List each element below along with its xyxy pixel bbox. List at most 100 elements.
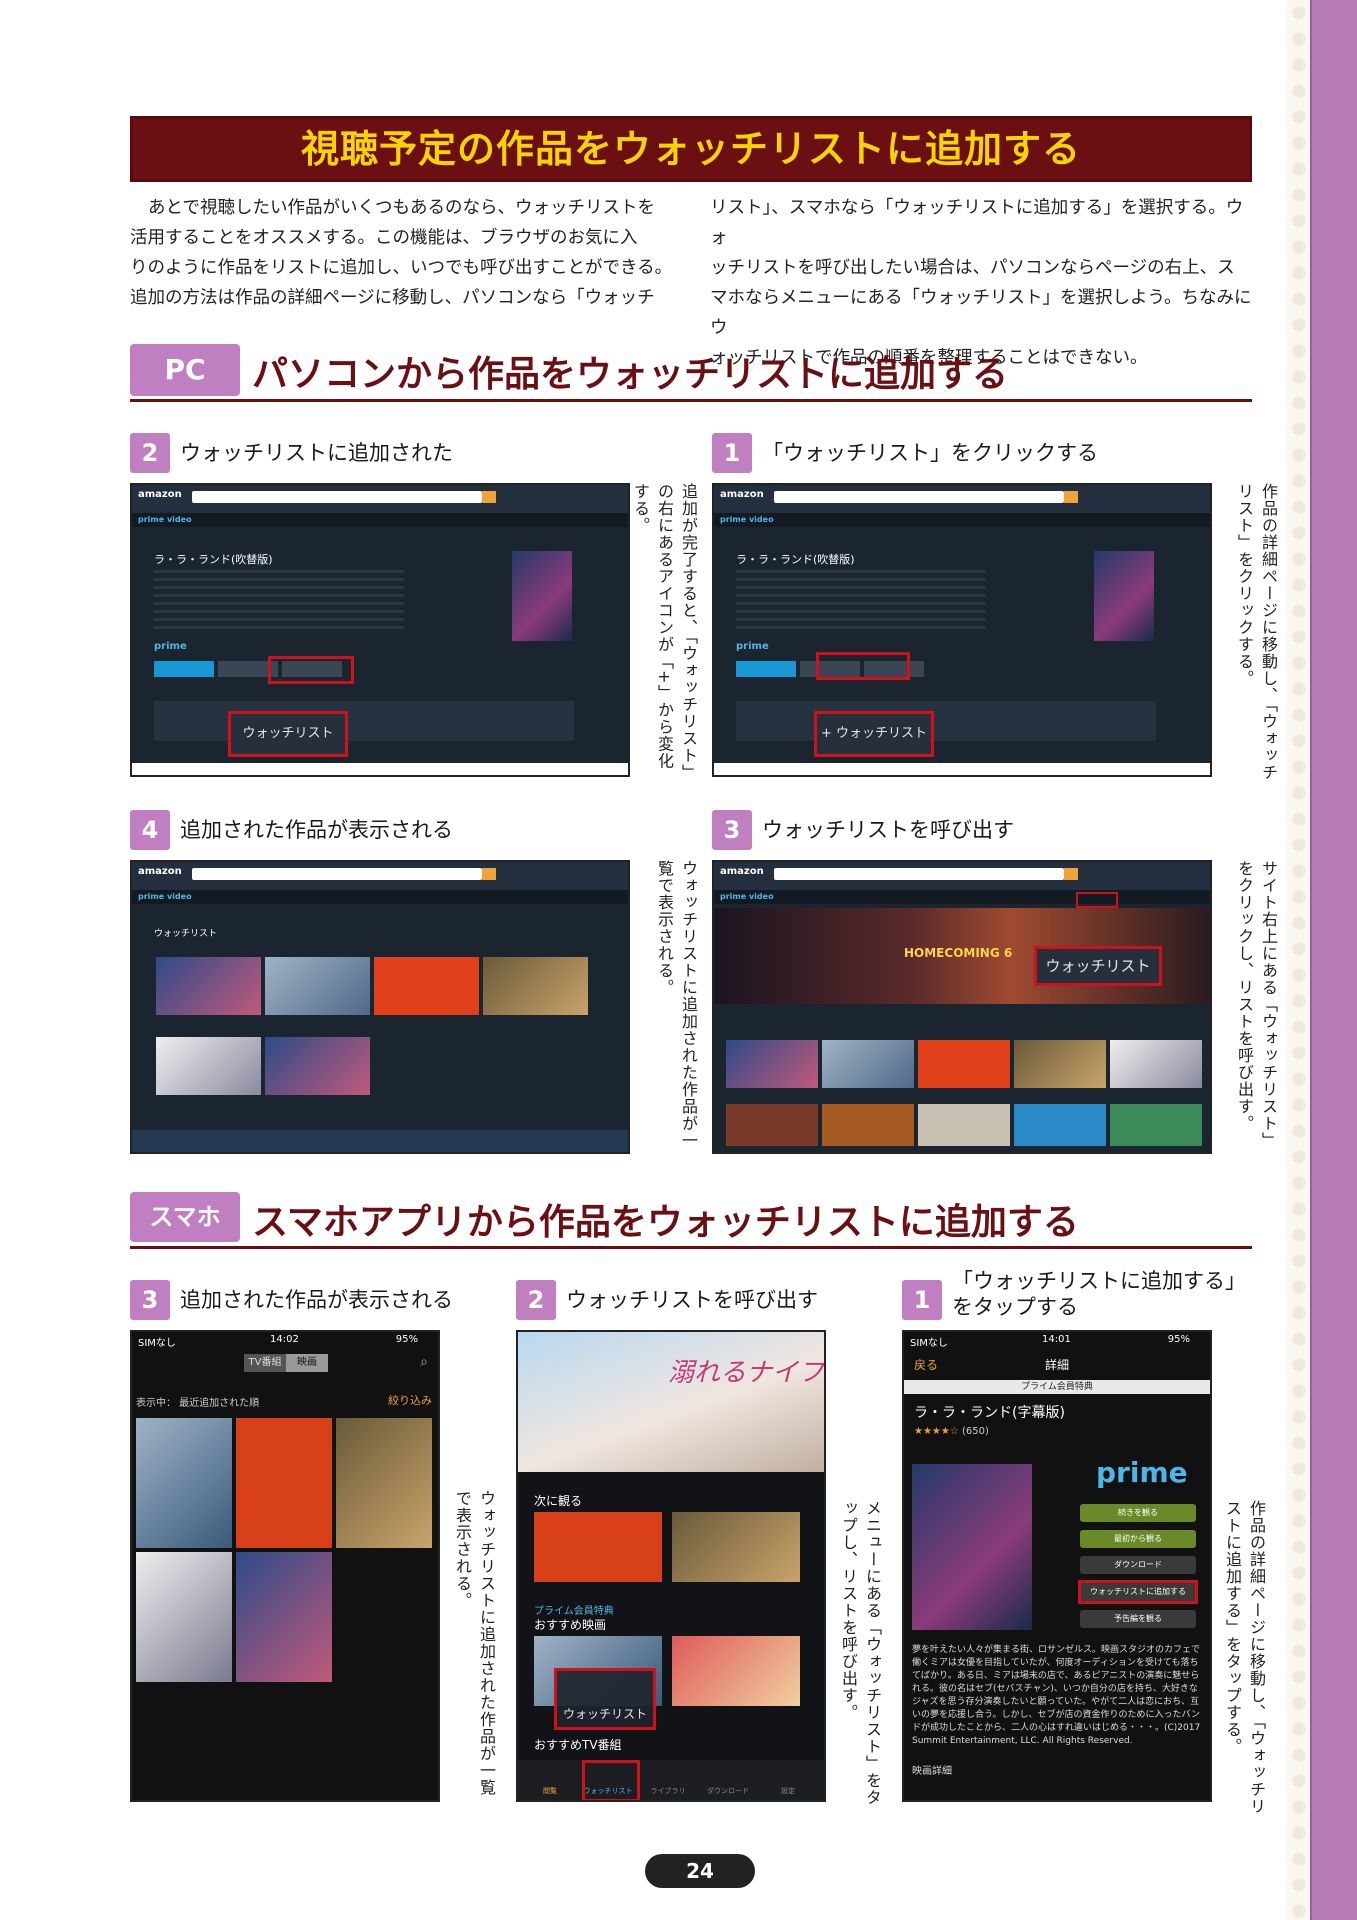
footer-strip xyxy=(132,1130,628,1152)
watchlist-callout: ウォッチリスト xyxy=(228,711,348,757)
search-icon[interactable] xyxy=(482,868,496,880)
synopsis: 夢を叶えたい人々が集まる街、ロサンゼルス。映画スタジオのカフェで働くミアは女優を… xyxy=(912,1645,1201,1746)
pc-section-rule xyxy=(130,399,1252,402)
watchlist-tile[interactable] xyxy=(336,1418,432,1548)
watchlist-tile[interactable] xyxy=(156,1037,261,1095)
sort-label: 表示中： 最近追加された順 xyxy=(136,1398,260,1409)
intro-left-line: 活用することをオススメする。この機能は、ブラウザのお気に入 xyxy=(130,228,638,248)
search-input[interactable] xyxy=(192,868,482,880)
row-tile[interactable] xyxy=(672,1512,800,1582)
intro-left: あとで視聴したい作品がいくつもあるのなら、ウォッチリストを 活用することをオスス… xyxy=(130,193,680,313)
tab-settings[interactable]: 設定 xyxy=(760,1786,816,1796)
tab-movie[interactable]: 映画 xyxy=(286,1354,328,1372)
clock: 14:02 xyxy=(270,1334,299,1345)
lace-border xyxy=(1286,0,1312,1920)
step-number: 4 xyxy=(130,810,170,850)
row-tile[interactable] xyxy=(672,1636,800,1706)
prime-video-logo: prime video xyxy=(720,515,774,524)
watch-now-button[interactable] xyxy=(736,661,796,677)
search-icon[interactable] xyxy=(1064,491,1078,503)
tab-download[interactable]: ダウンロード xyxy=(700,1786,756,1796)
page-number: 24 xyxy=(645,1854,755,1888)
pc-badge: PC xyxy=(130,344,240,396)
download-button[interactable]: ダウンロード xyxy=(1080,1556,1196,1574)
watchlist-tile[interactable] xyxy=(136,1418,232,1548)
prime-video-logo: prime video xyxy=(138,892,192,901)
row-tile[interactable] xyxy=(1110,1040,1202,1088)
watchlist-tile[interactable] xyxy=(483,957,588,1015)
amazon-logo: amazon xyxy=(720,866,764,877)
amazon-topbar: amazon xyxy=(714,862,1210,890)
trailer-button[interactable]: 予告編を観る xyxy=(1080,1610,1196,1628)
row-tile[interactable] xyxy=(726,1104,818,1146)
step-number: 3 xyxy=(712,810,752,850)
row-tile[interactable] xyxy=(918,1040,1010,1088)
row-subheading: プライム会員特典 xyxy=(534,1606,614,1617)
movie-poster xyxy=(512,551,572,641)
row-tile[interactable] xyxy=(534,1512,662,1582)
search-icon[interactable] xyxy=(1064,868,1078,880)
related-row xyxy=(736,701,1156,741)
watchlist-tile[interactable] xyxy=(236,1418,332,1548)
step-label: 追加された作品が表示される xyxy=(180,1288,453,1312)
row-tile[interactable] xyxy=(822,1040,914,1088)
step-label-line: 「ウォッチリストに追加する」 xyxy=(952,1269,1246,1293)
highlight-box xyxy=(268,656,354,684)
watchlist-tile[interactable] xyxy=(265,1037,370,1095)
tab-tv[interactable]: TV番組 xyxy=(244,1354,286,1372)
row-tile[interactable] xyxy=(822,1104,914,1146)
row-heading: おすすめ映画 xyxy=(534,1618,607,1632)
status-bar: SIMなし 14:02 95% xyxy=(132,1332,438,1350)
search-icon[interactable]: ⌕ xyxy=(420,1354,428,1370)
sp-badge: スマホ xyxy=(130,1192,240,1242)
watchlist-tile[interactable] xyxy=(374,957,479,1015)
status-bar: SIMなし 14:01 95% xyxy=(904,1332,1210,1350)
intro-left-line: りのように作品をリストに追加し、いつでも呼び出すことができる。 xyxy=(130,258,673,278)
watchlist-tile[interactable] xyxy=(265,957,370,1015)
row-tile[interactable] xyxy=(726,1040,818,1088)
add-to-watchlist-button[interactable]: ウォッチリストに追加する xyxy=(1078,1580,1198,1604)
search-icon[interactable] xyxy=(482,491,496,503)
row-tile[interactable] xyxy=(1014,1040,1106,1088)
watchlist-tile[interactable] xyxy=(236,1552,332,1682)
prime-tag: プライム会員特典 xyxy=(904,1380,1210,1394)
search-input[interactable] xyxy=(192,491,482,503)
battery: 95% xyxy=(395,1334,418,1345)
search-input[interactable] xyxy=(774,491,1064,503)
side-band xyxy=(1312,0,1357,1920)
tab-browse[interactable]: 閲覧 xyxy=(522,1786,578,1796)
step-number: 2 xyxy=(516,1280,556,1320)
step-label: ウォッチリストを呼び出す xyxy=(566,1288,818,1312)
movie-description xyxy=(154,570,404,630)
step-label-line: をタップする xyxy=(952,1295,1078,1319)
search-input[interactable] xyxy=(774,868,1064,880)
details-heading: 映画詳細 xyxy=(912,1766,952,1777)
row-tile[interactable] xyxy=(918,1104,1010,1146)
step-label: 「ウォッチリスト」をクリックする xyxy=(762,441,1098,465)
watchlist-tile[interactable] xyxy=(156,957,261,1015)
filter-button[interactable]: 絞り込み xyxy=(388,1392,432,1408)
row-tile[interactable] xyxy=(1110,1104,1202,1146)
resume-button[interactable]: 続きを観る xyxy=(1080,1504,1196,1522)
banner-title: HOMECOMING 6 xyxy=(904,946,1013,960)
pc-section-title: パソコンから作品をウォッチリストに追加する xyxy=(252,354,1009,395)
footer-strip xyxy=(714,763,1210,775)
row-tile[interactable] xyxy=(1014,1104,1106,1146)
tab-bar: 閲覧 ウォッチリスト ライブラリ ダウンロード 設定 xyxy=(518,1760,824,1800)
watchlist-callout: ウォッチリスト xyxy=(554,1668,656,1730)
intro-right-line: ッチリストを呼び出したい場合は、パソコンならページの右上、ス xyxy=(710,258,1235,278)
step-number: 1 xyxy=(712,433,752,473)
step-note: ウォッチリストに追加された作品が一覧で表示される。 xyxy=(453,1490,496,1796)
phone-watchlist: SIMなし 14:02 95% TV番組 映画 ⌕ 表示中： 最近追加された順 … xyxy=(130,1330,440,1802)
movie-poster xyxy=(1094,551,1154,641)
row-heading: 次に観る xyxy=(534,1494,583,1508)
watch-now-button[interactable] xyxy=(154,661,214,677)
rating-count: (650) xyxy=(962,1426,989,1437)
play-from-start-button[interactable]: 最初から観る xyxy=(1080,1530,1196,1548)
sp-section-title: スマホアプリから作品をウォッチリストに追加する xyxy=(252,1202,1079,1243)
page-title: 視聴予定の作品をウォッチリストに追加する xyxy=(300,127,1081,171)
watchlist-tile[interactable] xyxy=(136,1552,232,1682)
intro-right-line: マホならメニューにある「ウォッチリスト」を選択しよう。ちなみにウ xyxy=(710,288,1252,338)
tab-library[interactable]: ライブラリ xyxy=(640,1786,696,1796)
screenshot-pc-home: amazon prime video HOMECOMING 6 ウォッチリスト xyxy=(712,860,1212,1154)
